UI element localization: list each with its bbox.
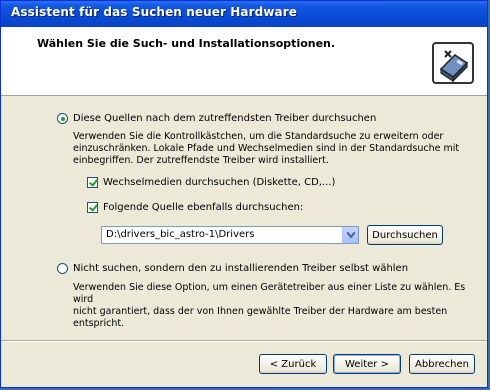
browse-button-label: Durchsuchen xyxy=(372,229,438,241)
radio-search-label: Diese Quellen nach dem zutreffendsten Tr… xyxy=(73,113,377,124)
checkbox-removable-label: Wechselmedien durchsuchen (Diskette, CD,… xyxy=(103,177,336,188)
title-bar[interactable]: Assistent für das Suchen neuer Hardware xyxy=(1,1,487,27)
wizard-window: Assistent für das Suchen neuer Hardware … xyxy=(0,0,488,388)
radio-manual-option[interactable]: Nicht suchen, sondern den zu installiere… xyxy=(57,263,408,274)
back-button-label: < Zurück xyxy=(269,358,317,370)
next-button-label: Weiter > xyxy=(345,358,389,370)
radio-manual-button[interactable] xyxy=(57,263,68,274)
search-description-line: Verwenden Sie die Kontrollkästchen, um d… xyxy=(73,131,444,142)
search-description: Verwenden Sie die Kontrollkästchen, um d… xyxy=(73,131,459,167)
search-description-line: einbegriffen. Der zutreffendste Treiber … xyxy=(73,155,329,166)
next-button[interactable]: Weiter > xyxy=(333,354,401,374)
wizard-content: Diese Quellen nach dem zutreffendsten Tr… xyxy=(1,96,487,340)
window-title: Assistent für das Suchen neuer Hardware xyxy=(11,5,297,19)
header-title: Wählen Sie die Such- und Installationsop… xyxy=(37,37,336,50)
radio-manual-label: Nicht suchen, sondern den zu installiere… xyxy=(73,263,409,274)
search-description-line: einzuschränken. Lokale Pfade und Wechsel… xyxy=(73,143,460,154)
browse-button[interactable]: Durchsuchen xyxy=(367,225,443,245)
checkbox-location-row[interactable]: Folgende Quelle ebenfalls durchsuchen: xyxy=(87,202,303,213)
path-value[interactable]: D:\drivers_bic_astro-1\Drivers xyxy=(106,229,254,240)
chevron-down-icon xyxy=(347,232,355,238)
wizard-footer: < Zurück Weiter > Abbrechen xyxy=(1,342,487,387)
path-dropdown-button[interactable] xyxy=(342,227,358,243)
checkbox-removable-row[interactable]: Wechselmedien durchsuchen (Diskette, CD,… xyxy=(87,177,335,188)
path-combobox[interactable]: D:\drivers_bic_astro-1\Drivers xyxy=(101,226,359,244)
radio-search-button[interactable] xyxy=(57,113,68,124)
cancel-button-label: Abbrechen xyxy=(415,358,469,370)
checkbox-location[interactable] xyxy=(87,202,98,213)
manual-description-line: nicht garantiert, dass der von Ihnen gew… xyxy=(73,306,448,329)
hardware-wizard-icon xyxy=(432,42,474,84)
checkbox-location-label: Folgende Quelle ebenfalls durchsuchen: xyxy=(103,202,304,213)
checkbox-removable[interactable] xyxy=(87,177,98,188)
manual-description: Verwenden Sie diese Option, um einen Ger… xyxy=(73,282,487,330)
wizard-header: Wählen Sie die Such- und Installationsop… xyxy=(1,27,487,96)
back-button[interactable]: < Zurück xyxy=(259,354,327,374)
manual-description-line: Verwenden Sie diese Option, um einen Ger… xyxy=(73,282,466,305)
radio-search-option[interactable]: Diese Quellen nach dem zutreffendsten Tr… xyxy=(57,113,376,124)
cancel-button[interactable]: Abbrechen xyxy=(409,354,475,374)
